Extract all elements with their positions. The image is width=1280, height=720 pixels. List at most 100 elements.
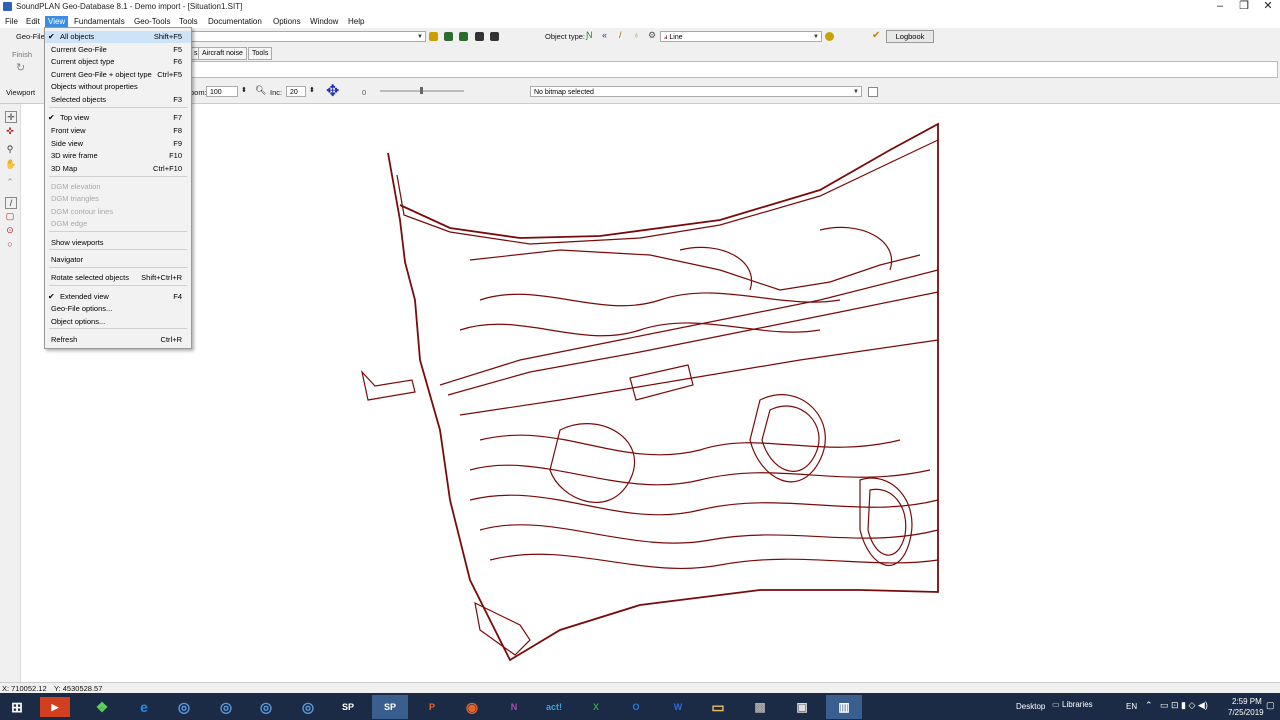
view-menu-item-rotate-selected-objects[interactable]: Rotate selected objects Shift+Ctrl+R (45, 272, 191, 284)
minimize-button[interactable]: – (1208, 0, 1232, 13)
app-green-icon[interactable]: ❖ (84, 695, 120, 719)
bitmap-checkbox[interactable] (868, 87, 878, 97)
gear-icon[interactable]: ⚙ (648, 30, 656, 41)
menu-separator (49, 176, 187, 177)
media-player-icon[interactable]: ▶ (40, 697, 70, 717)
file-explorer-icon[interactable]: ▭ (700, 695, 736, 719)
geofile-combo[interactable]: ▼ (190, 31, 426, 42)
view-menu-item-refresh[interactable]: Refresh Ctrl+R (45, 334, 191, 346)
powerpoint-app[interactable]: P (414, 695, 450, 719)
view-menu-item-extended-view[interactable]: ✔ Extended view F4 (45, 291, 191, 303)
logbook-button[interactable]: Logbook (886, 30, 934, 43)
finish-refresh-icon[interactable]: ↻ (16, 61, 25, 74)
object-type-line-icon[interactable]: Ɲ (586, 30, 593, 40)
view-menu-item-selected-objects[interactable]: Selected objects F3 (45, 94, 191, 106)
status-y: Y: 4530528.57 (54, 684, 103, 693)
menu-fundamentals[interactable]: Fundamentals (71, 16, 128, 27)
desktop-toolbar[interactable]: Desktop (1016, 702, 1045, 711)
select-tool-icon[interactable]: ✛ (5, 111, 17, 123)
app-active-icon[interactable]: ▥ (826, 695, 862, 719)
start-button[interactable]: ⊞ (2, 695, 32, 719)
save-icon[interactable] (475, 32, 484, 41)
move-tool-icon[interactable]: ✜ (5, 126, 15, 136)
view-menu-item-all-objects[interactable]: ✔ All objects Shift+F5 (45, 31, 191, 43)
rotation-slider-thumb[interactable] (420, 87, 423, 94)
close-button[interactable]: ✕ (1256, 0, 1280, 13)
view-menu-item-label: DGM edge (51, 219, 88, 228)
firefox-icon[interactable]: ◉ (454, 695, 490, 719)
libraries-toolbar[interactable]: Libraries (1062, 700, 1093, 709)
excel-app[interactable]: X (578, 695, 614, 719)
zoom-input[interactable]: 100 (206, 86, 238, 97)
draw-line-icon[interactable]: / (619, 30, 622, 40)
tab-tools[interactable]: Tools (248, 47, 273, 60)
settings-icon[interactable] (429, 32, 438, 41)
properties-icon[interactable] (825, 32, 834, 41)
pan-tool-icon[interactable]: ✋ (5, 159, 16, 169)
word-app[interactable]: W (660, 695, 696, 719)
light-bulb-icon[interactable]: ♁ (633, 30, 640, 40)
view-menu-item-objects-without-properties[interactable]: Objects without properties (45, 81, 191, 93)
soundplan-app-2[interactable]: SP (372, 695, 408, 719)
import-icon[interactable] (459, 32, 468, 41)
rectangle-tool-icon[interactable]: ▢ (5, 211, 15, 221)
open-icon[interactable] (444, 32, 453, 41)
view-menu-item-front-view[interactable]: Front view F8 (45, 125, 191, 137)
view-menu-item-label: Refresh (51, 335, 78, 344)
edge-icon-2[interactable]: ◎ (208, 695, 244, 719)
app-grey-icon[interactable]: ▩ (742, 695, 778, 719)
map-canvas[interactable] (21, 104, 1280, 682)
zoom-spinner-icon[interactable]: ⬍ (241, 86, 247, 94)
draw-line-tool-icon[interactable]: / (5, 197, 17, 209)
view-menu-item-side-view[interactable]: Side view F9 (45, 138, 191, 150)
bitmap-combo[interactable]: No bitmap selected ▼ (530, 86, 862, 97)
maximize-button[interactable]: ❐ (1232, 0, 1256, 13)
menu-help[interactable]: Help (345, 16, 367, 27)
edge-icon-4[interactable]: ◎ (290, 695, 326, 719)
back-arrows-icon[interactable]: « (602, 30, 607, 40)
edge-icon-1[interactable]: ◎ (166, 695, 202, 719)
menu-view[interactable]: View (45, 16, 69, 27)
zoom-lens-icon[interactable]: 🔍︎ (255, 85, 266, 96)
inc-input[interactable]: 20 (286, 86, 306, 97)
menu-options[interactable]: Options (270, 16, 304, 27)
language-indicator[interactable]: EN (1126, 702, 1137, 711)
soundplan-app-1[interactable]: SP (330, 695, 366, 719)
menu-edit[interactable]: Edit (23, 16, 43, 27)
menu-window[interactable]: Window (307, 16, 341, 27)
notifications-icon[interactable]: ▢ (1266, 700, 1275, 711)
menu-tools[interactable]: Tools (176, 16, 201, 27)
save-as-icon[interactable] (490, 32, 499, 41)
view-menu-item-label: Side view (51, 139, 84, 148)
view-menu-item-label: Show viewports (51, 238, 104, 247)
app-window-icon[interactable]: ▣ (784, 695, 820, 719)
view-menu-item-geo-file-options[interactable]: Geo-File options... (45, 303, 191, 315)
internet-explorer-icon[interactable]: e (126, 695, 162, 719)
menu-file[interactable]: File (2, 16, 21, 27)
onenote-app[interactable]: N (496, 695, 532, 719)
view-menu-item-object-options[interactable]: Object options... (45, 316, 191, 328)
view-menu-item-3d-map[interactable]: 3D Map Ctrl+F10 (45, 163, 191, 175)
tab-aircraft-noise[interactable]: Aircraft noise (198, 47, 247, 60)
tray-expand-icon[interactable]: ⌃ (1145, 700, 1153, 711)
view-menu-item-current-geo-file[interactable]: Current Geo-File F5 (45, 44, 191, 56)
object-type-combo[interactable]: ⅎ Line ▼ (660, 31, 822, 42)
outlook-app[interactable]: O (618, 695, 654, 719)
view-menu-item-3d-wire-frame[interactable]: 3D wire frame F10 (45, 150, 191, 162)
inc-spinner-icon[interactable]: ⬍ (309, 86, 315, 94)
view-menu-item-navigator[interactable]: Navigator (45, 254, 191, 266)
ring-tool-icon[interactable]: ○ (5, 239, 15, 249)
menu-geo-tools[interactable]: Geo-Tools (131, 16, 173, 27)
menu-documentation[interactable]: Documentation (205, 16, 265, 27)
navigation-arrows-icon[interactable]: ✥ (326, 81, 339, 101)
view-menu-item-top-view[interactable]: ✔ Top view F7 (45, 112, 191, 124)
zoom-tool-icon[interactable]: ⚲ (5, 144, 15, 154)
view-menu-item-current-object-type[interactable]: Current object type F6 (45, 56, 191, 68)
circle-tool-icon[interactable]: ⊙ (5, 225, 15, 235)
act-app[interactable]: act! (536, 695, 572, 719)
edge-icon-3[interactable]: ◎ (248, 695, 284, 719)
measure-tool-icon[interactable]: ⌃ (5, 177, 15, 187)
view-menu-item-current-geo-file-object-type[interactable]: Current Geo-File + object type Ctrl+F5 (45, 69, 191, 81)
view-menu-item-show-viewports[interactable]: Show viewports (45, 237, 191, 249)
tray-icons[interactable]: ▭ ⊡ ▮ ◇ ◀) (1160, 700, 1208, 711)
